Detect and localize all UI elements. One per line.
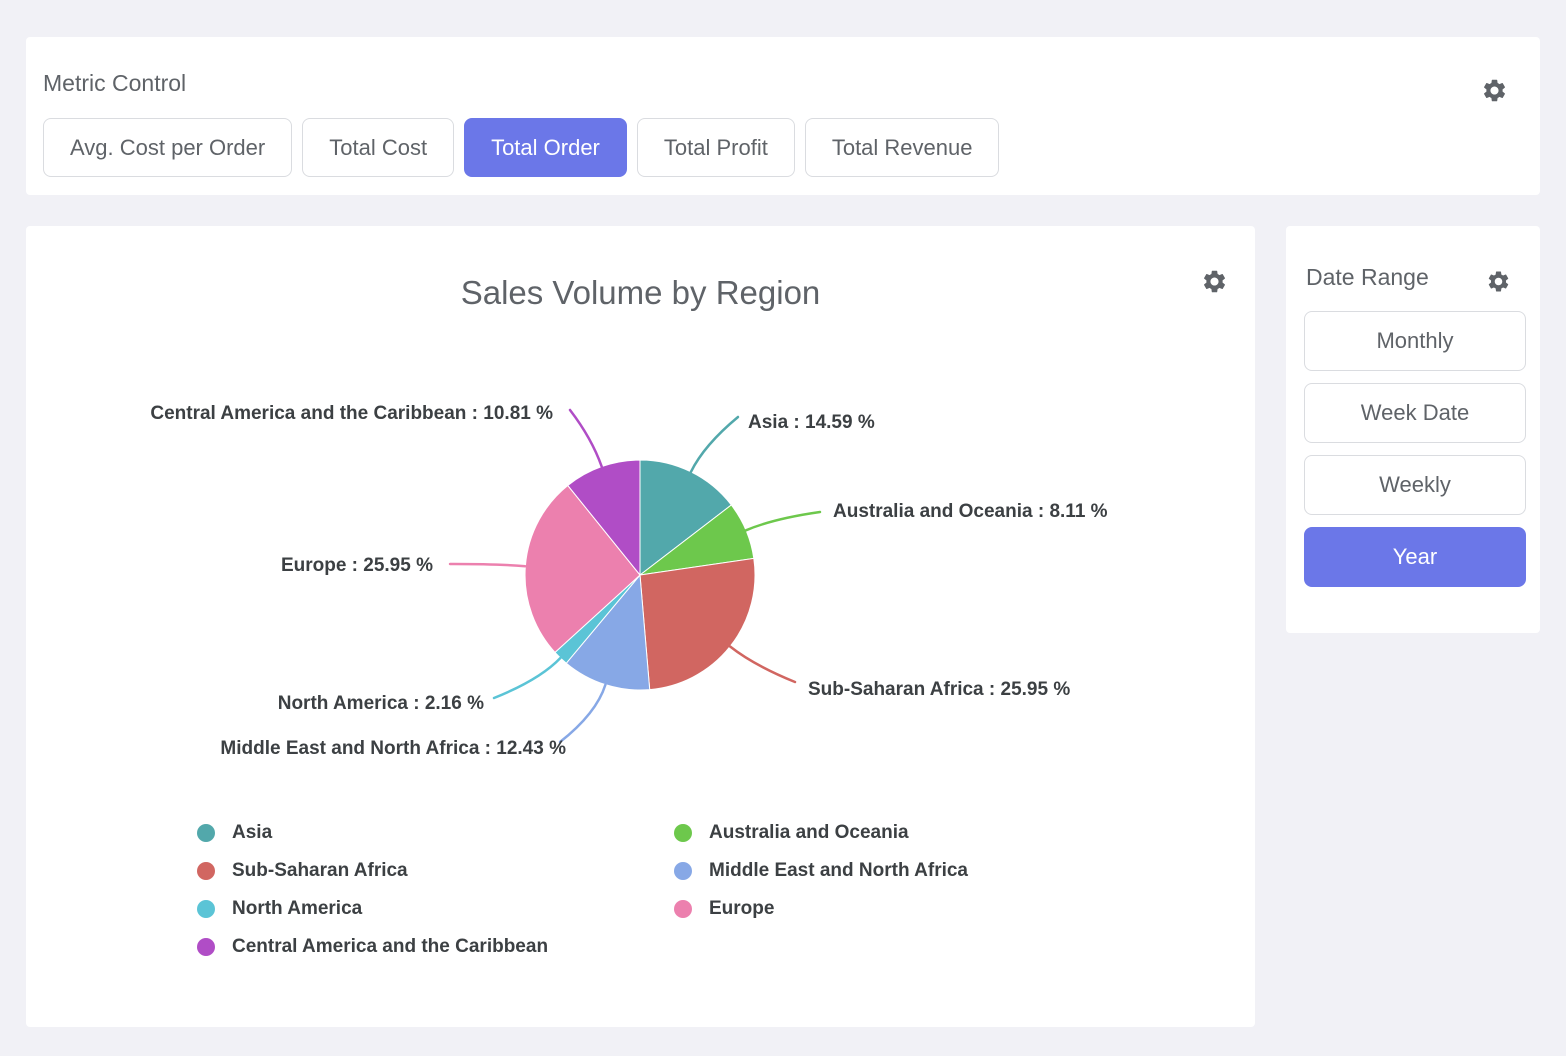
- pie-leader-line-sub-saharan-africa: [730, 647, 795, 683]
- metric-control-title: Metric Control: [43, 70, 186, 97]
- legend-label: North America: [232, 898, 362, 920]
- pie-label-north-america: North America : 2.16 %: [278, 693, 484, 714]
- legend-item-asia[interactable]: Asia: [197, 814, 674, 852]
- pie-chart: Asia : 14.59 % Australia and Oceania : 8.…: [26, 226, 1255, 786]
- legend-item-australia-and-oceania[interactable]: Australia and Oceania: [674, 814, 968, 852]
- legend-item-north-america[interactable]: North America: [197, 890, 674, 928]
- legend-label: Sub-Saharan Africa: [232, 860, 408, 882]
- metric-buttons-group: Avg. Cost per OrderTotal CostTotal Order…: [43, 118, 999, 177]
- legend-dot-asia: [197, 824, 215, 842]
- legend-label: Asia: [232, 822, 272, 844]
- pie-leader-line-north-america: [494, 658, 560, 698]
- legend-item-middle-east-and-north-africa[interactable]: Middle East and North Africa: [674, 852, 968, 890]
- metric-button-total-revenue[interactable]: Total Revenue: [805, 118, 1000, 177]
- legend-dot-europe: [674, 900, 692, 918]
- legend-dot-australia-and-oceania: [674, 824, 692, 842]
- pie-label-asia: Asia : 14.59 %: [748, 412, 875, 433]
- metric-button-total-cost[interactable]: Total Cost: [302, 118, 454, 177]
- legend-dot-middle-east-and-north-africa: [674, 862, 692, 880]
- metric-button-avg-cost-per-order[interactable]: Avg. Cost per Order: [43, 118, 292, 177]
- chart-legend: Asia Australia and Oceania Sub-Saharan Afr…: [197, 814, 968, 966]
- sales-volume-chart-panel: Sales Volume by Region Asia : 14.59 %Aus…: [26, 226, 1255, 1027]
- metric-button-total-profit[interactable]: Total Profit: [637, 118, 795, 177]
- metric-button-total-order[interactable]: Total Order: [464, 118, 627, 177]
- date-range-title: Date Range: [1306, 264, 1429, 291]
- pie-leader-line-australia-and-oceania: [746, 512, 820, 530]
- metric-control-panel: Metric Control Avg. Cost per OrderTotal …: [26, 37, 1540, 195]
- legend-dot-north-america: [197, 900, 215, 918]
- legend-dot-central-america-and-the-caribbean: [197, 938, 215, 956]
- pie-slice-sub-saharan-africa[interactable]: [640, 558, 755, 689]
- pie-label-middle-east-and-north-africa: Middle East and North Africa : 12.43 %: [220, 738, 566, 759]
- legend-item-sub-saharan-africa[interactable]: Sub-Saharan Africa: [197, 852, 674, 890]
- legend-label: Central America and the Caribbean: [232, 936, 548, 958]
- pie-leader-line-middle-east-and-north-africa: [560, 685, 605, 742]
- date-range-buttons-group: Monthly Week Date Weekly Year: [1304, 311, 1526, 587]
- pie-leader-line-central-america-and-the-caribbean: [570, 410, 602, 467]
- pie-label-europe: Europe : 25.95 %: [281, 555, 433, 576]
- legend-label: Europe: [709, 898, 774, 920]
- legend-item-central-america-and-the-caribbean[interactable]: Central America and the Caribbean: [197, 928, 674, 966]
- pie-leader-line-europe: [450, 564, 525, 566]
- pie-label-central-america-and-the-caribbean: Central America and the Caribbean : 10.8…: [150, 403, 553, 424]
- legend-dot-sub-saharan-africa: [197, 862, 215, 880]
- settings-gear-icon[interactable]: [1486, 269, 1511, 294]
- date-range-button-monthly[interactable]: Monthly: [1304, 311, 1526, 371]
- date-range-button-week-date[interactable]: Week Date: [1304, 383, 1526, 443]
- pie-label-sub-saharan-africa: Sub-Saharan Africa : 25.95 %: [808, 679, 1070, 700]
- pie-leader-line-asia: [691, 417, 738, 472]
- date-range-button-year[interactable]: Year: [1304, 527, 1526, 587]
- legend-item-europe[interactable]: Europe: [674, 890, 968, 928]
- date-range-panel: Date Range Monthly Week Date Weekly Year: [1286, 226, 1540, 633]
- pie-label-australia-and-oceania: Australia and Oceania : 8.11 %: [833, 501, 1108, 522]
- date-range-button-weekly[interactable]: Weekly: [1304, 455, 1526, 515]
- legend-label: Middle East and North Africa: [709, 860, 968, 882]
- legend-label: Australia and Oceania: [709, 822, 909, 844]
- settings-gear-icon[interactable]: [1481, 77, 1508, 104]
